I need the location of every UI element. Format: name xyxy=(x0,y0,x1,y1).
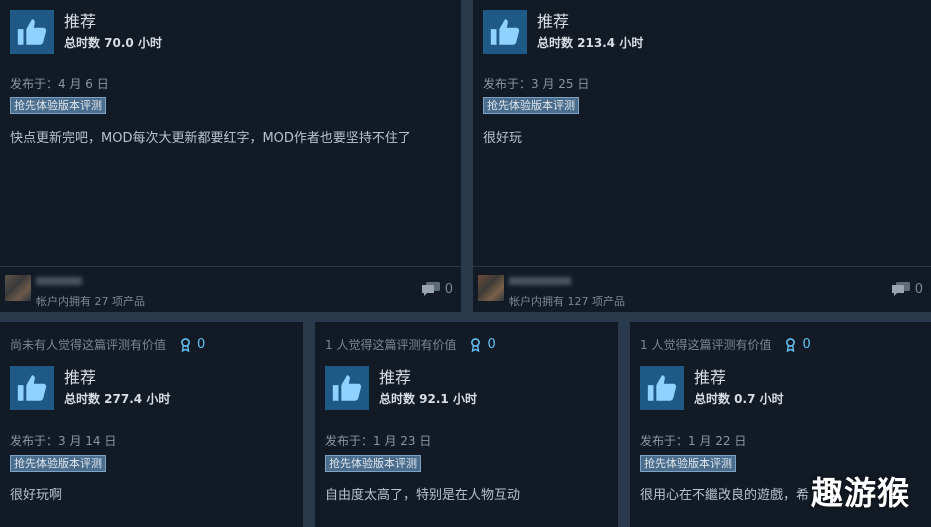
avatar[interactable] xyxy=(478,275,504,301)
comments-button[interactable]: 0 xyxy=(421,282,453,297)
award-count: 0 xyxy=(802,337,811,352)
comment-count: 0 xyxy=(914,282,923,297)
review-card: 尚未有人觉得这篇评测有价值 0 推荐 总时数 277.4 小时 发布于：3 月 … xyxy=(0,322,303,527)
award-count: 0 xyxy=(197,337,206,352)
avatar[interactable] xyxy=(5,275,31,301)
comment-count: 0 xyxy=(444,282,453,297)
review-footer: 帐户内拥有 27 项产品 0 xyxy=(0,266,461,312)
helpful-count-text: 尚未有人觉得这篇评测有价值 xyxy=(10,338,167,352)
recommendation-header[interactable]: 推荐 总时数 0.7 小时 xyxy=(640,366,784,410)
recommendation-header[interactable]: 推荐 总时数 70.0 小时 xyxy=(10,10,162,54)
posted-date: 发布于：1 月 22 日 xyxy=(640,434,747,448)
hours-played: 总时数 70.0 小时 xyxy=(64,36,162,50)
posted-date: 发布于：3 月 25 日 xyxy=(483,77,590,91)
products-owned: 帐户内拥有 127 项产品 xyxy=(509,295,625,308)
review-footer: 帐户内拥有 127 项产品 0 xyxy=(473,266,931,312)
posted-date: 发布于：3 月 14 日 xyxy=(10,434,117,448)
thumbs-up-icon xyxy=(10,366,54,410)
hours-played: 总时数 92.1 小时 xyxy=(379,392,477,406)
recommendation-header[interactable]: 推荐 总时数 92.1 小时 xyxy=(325,366,477,410)
review-card: 推荐 总时数 213.4 小时 发布于：3 月 25 日 抢先体验版本评测 很好… xyxy=(473,0,931,312)
comment-icon xyxy=(421,282,440,296)
early-access-badge: 抢先体验版本评测 xyxy=(10,97,106,114)
review-text: 快点更新完吧，MOD每次大更新都要红字，MOD作者也要坚持不住了 xyxy=(10,131,411,146)
review-text: 很好玩 xyxy=(483,131,523,146)
recommendation-label: 推荐 xyxy=(64,12,97,31)
helpful-count-text: 1 人觉得这篇评测有价值 xyxy=(640,338,772,352)
early-access-badge: 抢先体验版本评测 xyxy=(10,455,106,472)
recommendation-header[interactable]: 推荐 总时数 277.4 小时 xyxy=(10,366,170,410)
posted-date: 发布于：1 月 23 日 xyxy=(325,434,432,448)
recommendation-label: 推荐 xyxy=(537,12,570,31)
thumbs-up-icon xyxy=(640,366,684,410)
hours-played: 总时数 0.7 小时 xyxy=(694,392,784,406)
recommendation-header[interactable]: 推荐 总时数 213.4 小时 xyxy=(483,10,643,54)
helpful-count-text: 1 人觉得这篇评测有价值 xyxy=(325,338,457,352)
early-access-badge: 抢先体验版本评测 xyxy=(483,97,579,114)
award-icon[interactable] xyxy=(180,337,191,352)
thumbs-up-icon xyxy=(325,366,369,410)
review-card: 1 人觉得这篇评测有价值 0 推荐 总时数 92.1 小时 发布于：1 月 23… xyxy=(315,322,618,527)
early-access-badge: 抢先体验版本评测 xyxy=(640,455,736,472)
review-card: 推荐 总时数 70.0 小时 发布于：4 月 6 日 抢先体验版本评测 快点更新… xyxy=(0,0,461,312)
username-blurred[interactable] xyxy=(509,277,571,285)
award-icon[interactable] xyxy=(785,337,796,352)
hours-played: 总时数 277.4 小时 xyxy=(64,392,171,406)
thumbs-up-icon xyxy=(10,10,54,54)
review-text: 自由度太高了，特别是在人物互动 xyxy=(325,488,521,503)
thumbs-up-icon xyxy=(483,10,527,54)
award-icon[interactable] xyxy=(470,337,481,352)
posted-date: 发布于：4 月 6 日 xyxy=(10,77,109,91)
hours-played: 总时数 213.4 小时 xyxy=(537,36,644,50)
recommendation-label: 推荐 xyxy=(694,368,727,387)
products-owned: 帐户内拥有 27 项产品 xyxy=(36,295,145,308)
review-text: 很用心在不繼改良的遊戲，希 xyxy=(640,488,810,503)
review-text: 很好玩啊 xyxy=(10,488,63,503)
watermark: 趣游猴 xyxy=(811,474,911,512)
comment-icon xyxy=(891,282,910,296)
early-access-badge: 抢先体验版本评测 xyxy=(325,455,421,472)
username-blurred[interactable] xyxy=(36,277,82,285)
award-count: 0 xyxy=(487,337,496,352)
recommendation-label: 推荐 xyxy=(379,368,412,387)
comments-button[interactable]: 0 xyxy=(891,282,923,297)
recommendation-label: 推荐 xyxy=(64,368,97,387)
